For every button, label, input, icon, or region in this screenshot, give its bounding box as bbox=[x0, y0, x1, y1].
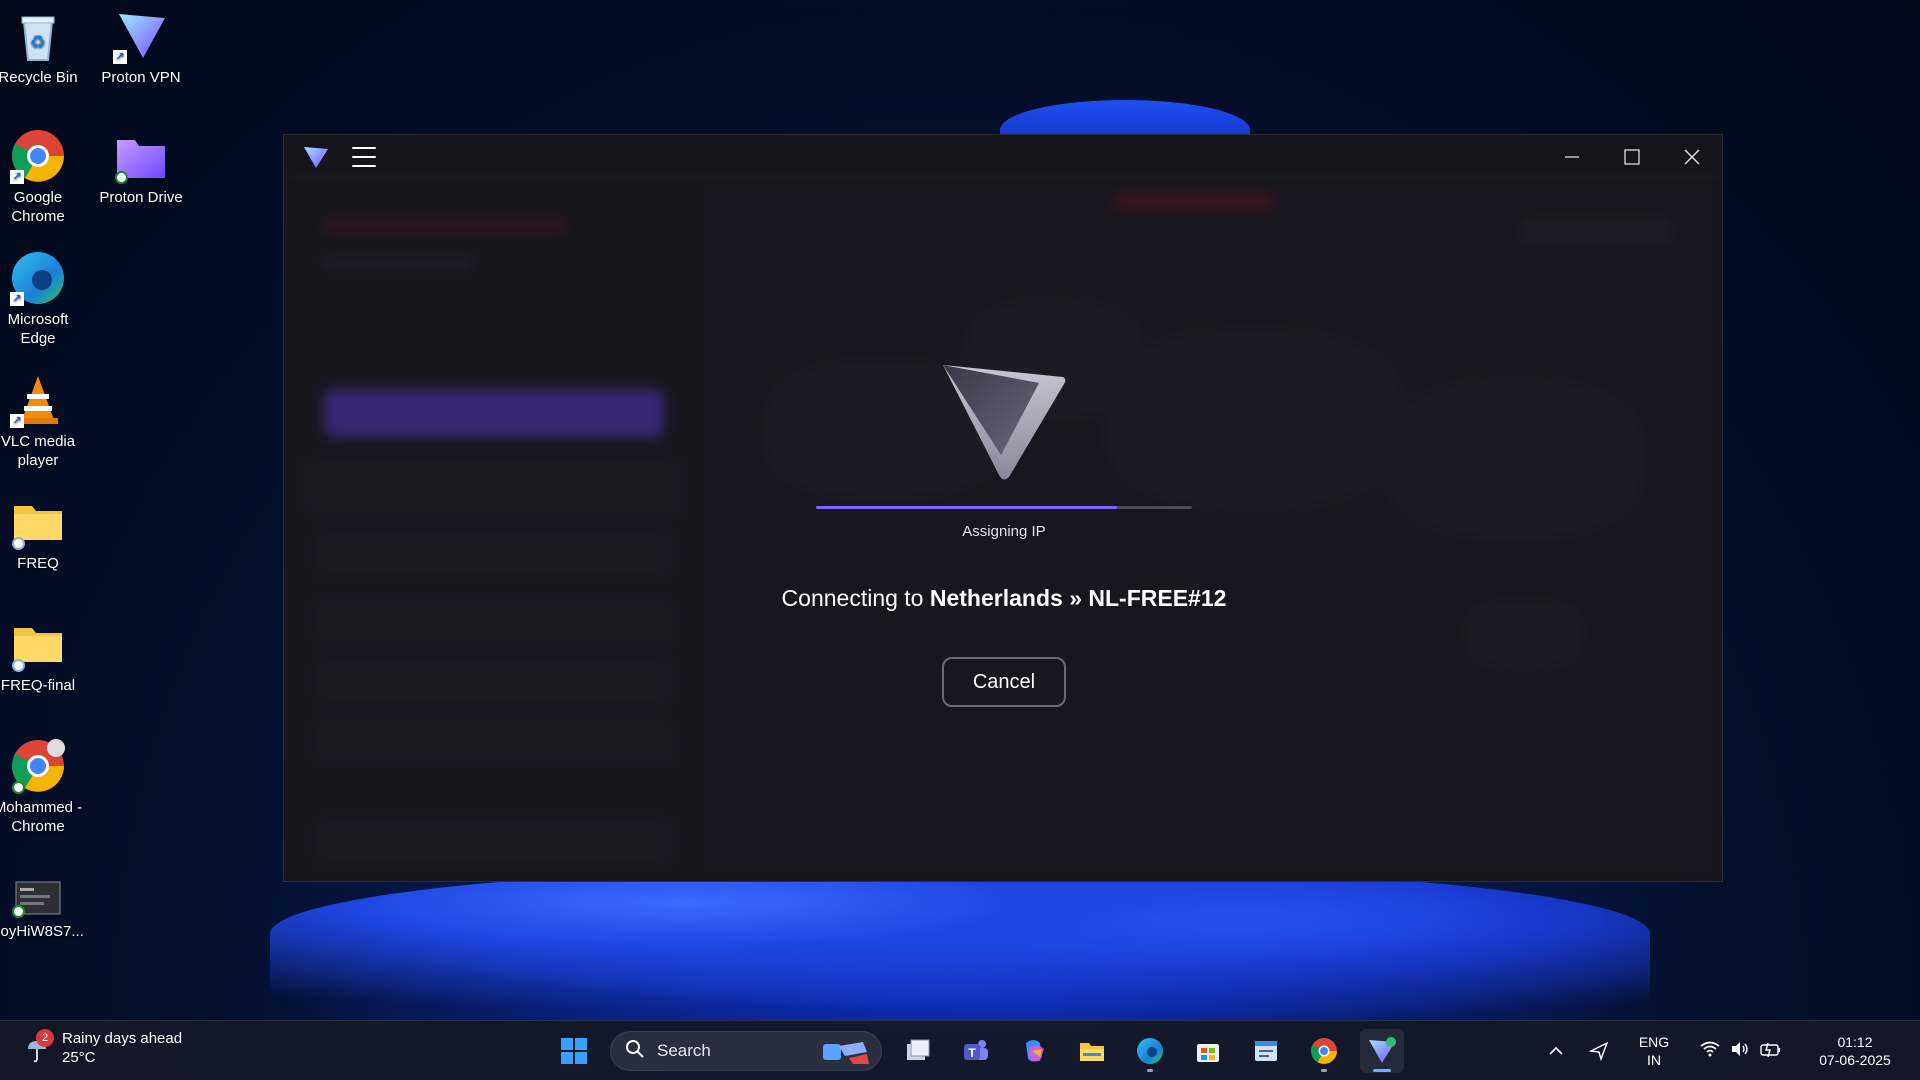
chevron-up-icon[interactable] bbox=[1538, 1043, 1574, 1059]
clock-time: 01:12 bbox=[1837, 1034, 1873, 1050]
desktop-icon-proton-vpn[interactable]: ↗ Proton VPN bbox=[94, 8, 188, 87]
desktop-icon-freq-final[interactable]: FREQ-final bbox=[0, 616, 85, 695]
proton-vpn-icon: ↗ bbox=[113, 8, 169, 64]
close-icon[interactable] bbox=[1662, 135, 1722, 179]
desktop-icon-label: Google Chrome bbox=[11, 189, 65, 225]
proton-vpn-window: Assigning IP Connecting to Netherlands »… bbox=[283, 134, 1723, 882]
file-icon bbox=[10, 878, 66, 918]
desktop-icon-microsoft-edge[interactable]: ↗ Microsoft Edge bbox=[0, 250, 85, 348]
proton-vpn-icon[interactable] bbox=[1360, 1029, 1404, 1073]
connecting-prefix: Connecting to bbox=[781, 585, 924, 611]
desktop-icon-label: 4oyHiW8S7... bbox=[0, 923, 84, 940]
progress-fill bbox=[816, 506, 1117, 509]
recycle-bin-icon: ♻ bbox=[10, 8, 66, 64]
desktop-icon-label: Recycle Bin bbox=[0, 69, 78, 86]
desktop-icon-proton-drive[interactable]: Proton Drive bbox=[94, 128, 188, 207]
proton-vpn-large-logo-icon bbox=[939, 359, 1069, 484]
taskbar-apps: Search T bbox=[552, 1029, 1404, 1073]
desktop-icon-mohammed-chrome[interactable]: Mohammed - Chrome bbox=[0, 738, 85, 836]
edge-icon[interactable] bbox=[1128, 1029, 1172, 1073]
clock-date: 07-06-2025 bbox=[1819, 1052, 1891, 1068]
search-label: Search bbox=[657, 1041, 711, 1060]
svg-text:♻: ♻ bbox=[30, 32, 46, 52]
desktop-icon-label: Proton Drive bbox=[99, 189, 183, 206]
battery-icon bbox=[1760, 1041, 1782, 1062]
connection-status-text: Assigning IP bbox=[962, 523, 1046, 540]
language-indicator[interactable]: ENG IN bbox=[1624, 1033, 1684, 1069]
weather-badge: 2 bbox=[36, 1029, 54, 1047]
copilot-icon[interactable] bbox=[1012, 1029, 1056, 1073]
clock[interactable]: 01:12 07-06-2025 bbox=[1800, 1033, 1910, 1069]
chrome-icon[interactable] bbox=[1302, 1029, 1346, 1073]
connecting-country: Netherlands bbox=[929, 585, 1063, 611]
desktop-icon-label: Microsoft Edge bbox=[7, 311, 69, 347]
desktop-icon-freq[interactable]: FREQ bbox=[0, 494, 85, 573]
chrome-icon: ↗ bbox=[10, 128, 66, 184]
connecting-server: NL-FREE#12 bbox=[1088, 585, 1227, 611]
svg-text:T: T bbox=[968, 1046, 976, 1060]
desktop-icon-label: FREQ-final bbox=[0, 677, 76, 694]
desktop-icon-file[interactable]: 4oyHiW8S7... bbox=[0, 878, 85, 941]
notepad-icon[interactable] bbox=[1244, 1029, 1288, 1073]
wifi-icon bbox=[1700, 1041, 1720, 1062]
maximize-icon[interactable] bbox=[1602, 135, 1662, 179]
file-explorer-icon[interactable] bbox=[1070, 1029, 1114, 1073]
store-icon[interactable] bbox=[1186, 1029, 1230, 1073]
title-bar[interactable] bbox=[284, 135, 1722, 179]
desktop-icon-label: Proton VPN bbox=[101, 69, 181, 86]
weather-widget[interactable]: 2 Rainy days ahead 25°C bbox=[22, 1029, 182, 1067]
minimize-icon[interactable] bbox=[1542, 135, 1602, 179]
location-icon[interactable] bbox=[1574, 1041, 1624, 1061]
folder-icon bbox=[10, 616, 66, 672]
connecting-message: Connecting to Netherlands » NL-FREE#12 bbox=[704, 585, 1304, 612]
weather-headline: Rainy days ahead bbox=[62, 1030, 183, 1047]
proton-drive-icon bbox=[113, 128, 169, 184]
desktop-icon-google-chrome[interactable]: ↗ Google Chrome bbox=[0, 128, 85, 226]
chrome-profile-icon bbox=[10, 738, 66, 794]
start-icon[interactable] bbox=[552, 1029, 596, 1073]
wallpaper-bloom bbox=[270, 870, 1650, 1030]
connecting-overlay: Assigning IP Connecting to Netherlands »… bbox=[284, 179, 1722, 881]
region-code: IN bbox=[1647, 1052, 1661, 1068]
search-highlight-icon bbox=[819, 1038, 871, 1071]
system-tray: ENG IN 01:12 07-06-2025 bbox=[1538, 1021, 1920, 1080]
proton-vpn-logo-icon bbox=[302, 143, 330, 171]
connecting-separator: » bbox=[1069, 585, 1082, 611]
search-icon bbox=[625, 1039, 645, 1064]
weather-temp: 25°C bbox=[62, 1049, 96, 1066]
language-code: ENG bbox=[1638, 1034, 1670, 1050]
vlc-icon: ↗ bbox=[10, 372, 66, 428]
taskbar-search-box[interactable]: Search bbox=[610, 1031, 882, 1071]
connection-progress-bar bbox=[816, 506, 1192, 509]
taskbar: 2 Rainy days ahead 25°C Search T ENG IN bbox=[0, 1020, 1920, 1080]
hamburger-menu-icon[interactable] bbox=[352, 147, 376, 167]
desktop-icon-label: VLC media player bbox=[0, 433, 76, 469]
volume-icon bbox=[1730, 1041, 1750, 1062]
app-content: Assigning IP Connecting to Netherlands »… bbox=[284, 179, 1722, 881]
rain-cloud-icon: 2 bbox=[22, 1029, 54, 1063]
desktop-icon-label: FREQ bbox=[17, 555, 59, 572]
desktop-icon-recycle-bin[interactable]: ♻ Recycle Bin bbox=[0, 8, 85, 87]
edge-icon: ↗ bbox=[10, 250, 66, 306]
status-icons[interactable] bbox=[1700, 1041, 1782, 1062]
task-view-icon[interactable] bbox=[896, 1029, 940, 1073]
teams-icon[interactable]: T bbox=[954, 1029, 998, 1073]
desktop-icon-label: Mohammed - Chrome bbox=[0, 799, 83, 835]
folder-icon bbox=[10, 494, 66, 550]
cancel-button[interactable]: Cancel bbox=[942, 657, 1066, 707]
desktop-icon-vlc[interactable]: ↗ VLC media player bbox=[0, 372, 85, 470]
